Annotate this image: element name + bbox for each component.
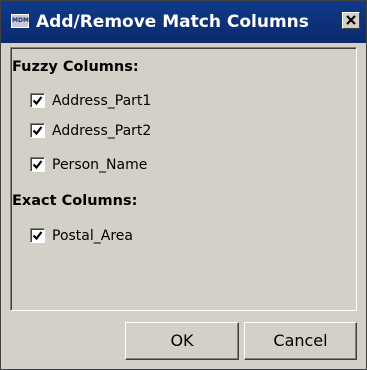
checkbox-label: Postal_Area [52, 228, 133, 244]
dialog-title: Add/Remove Match Columns [36, 12, 309, 32]
checkbox[interactable] [30, 157, 45, 172]
checkbox[interactable] [30, 93, 45, 108]
checkbox-label: Address_Part1 [52, 93, 152, 109]
checkmark-icon [32, 126, 43, 136]
mdm-app-icon: MDM [11, 14, 29, 28]
checkmark-icon [32, 160, 43, 170]
close-icon [346, 15, 356, 25]
checkbox-label: Address_Part2 [52, 123, 152, 139]
checkbox[interactable] [30, 123, 45, 138]
ok-button[interactable]: OK [125, 322, 239, 360]
checkmark-icon [32, 231, 43, 241]
exact-columns-header: Exact Columns: [12, 193, 138, 209]
fuzzy-columns-header: Fuzzy Columns: [12, 59, 139, 75]
columns-panel: Fuzzy Columns: Address_Part1 Address_Par… [10, 47, 357, 311]
checkbox-label: Person_Name [52, 157, 148, 173]
checkmark-icon [32, 96, 43, 106]
checkbox[interactable] [30, 228, 45, 243]
cancel-button[interactable]: Cancel [244, 322, 357, 360]
title-bar[interactable]: MDM Add/Remove Match Columns [1, 1, 366, 43]
close-button[interactable] [342, 12, 360, 29]
add-remove-match-columns-dialog: MDM Add/Remove Match Columns Fuzzy Colum… [0, 0, 367, 370]
